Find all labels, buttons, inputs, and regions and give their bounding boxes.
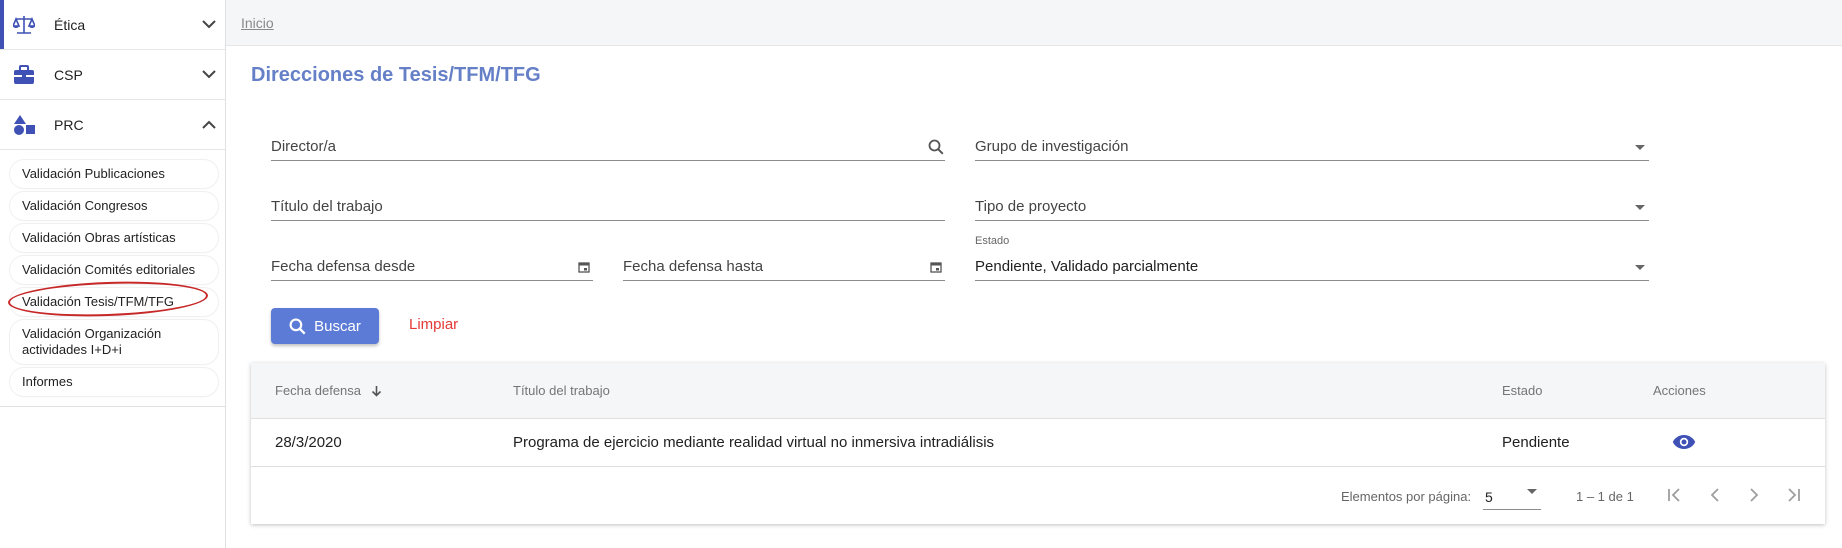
last-page-icon[interactable] [1779, 481, 1807, 509]
scale-icon [12, 13, 36, 37]
caret-down-icon [1631, 258, 1649, 276]
header-titulo: Título del trabajo [513, 383, 610, 398]
estado-select[interactable]: Estado Pendiente, Validado parcialmente [975, 235, 1649, 281]
header-acciones: Acciones [1653, 383, 1706, 398]
page-size-value: 5 [1485, 489, 1493, 505]
caret-down-icon [1631, 198, 1649, 216]
limpiar-button[interactable]: Limpiar [409, 316, 458, 333]
buscar-label: Buscar [314, 317, 361, 335]
sidebar-item-validacion-comites-editoriales[interactable]: Validación Comités editoriales [10, 256, 218, 284]
first-page-icon[interactable] [1661, 481, 1689, 509]
caret-down-icon [1527, 489, 1537, 512]
chevron-up-icon[interactable] [197, 113, 221, 137]
calendar-icon[interactable] [927, 258, 945, 276]
table-row: 28/3/2020 Programa de ejercicio mediante… [251, 419, 1825, 467]
fecha-desde-field[interactable]: Fecha defensa desde [271, 253, 593, 281]
estado-label: Estado [975, 235, 1010, 247]
sidebar-item-label: Validación Tesis/TFM/TFG [22, 294, 174, 309]
sidebar-item-validacion-tesis[interactable]: Validación Tesis/TFM/TFG [7, 278, 218, 320]
page-size-select[interactable]: 5 [1483, 482, 1541, 512]
sidebar-module-prc[interactable]: PRC [0, 100, 225, 150]
cell-estado: Pendiente [1502, 434, 1570, 451]
next-page-icon[interactable] [1740, 481, 1768, 509]
sidebar-item-validacion-obras-artisticas[interactable]: Validación Obras artísticas [10, 224, 218, 252]
chevron-down-icon[interactable] [197, 13, 221, 37]
table-header: Fecha defensa Título del trabajo Estado … [251, 363, 1825, 419]
caret-down-icon [1631, 138, 1649, 156]
grupo-investigacion-select[interactable]: Grupo de investigación [975, 133, 1649, 161]
header-label: Fecha defensa [275, 383, 362, 398]
arrow-down-icon [371, 385, 382, 400]
search-icon [289, 318, 306, 335]
director-label: Director/a [271, 138, 337, 155]
prc-submenu: Validación Publicaciones Validación Cong… [0, 150, 225, 407]
breadcrumb-inicio[interactable]: Inicio [241, 15, 274, 31]
header-estado: Estado [1502, 383, 1543, 398]
breadcrumb-bar: Inicio [226, 0, 1842, 46]
sidebar-item-validacion-publicaciones[interactable]: Validación Publicaciones [10, 160, 218, 188]
tipo-proyecto-select[interactable]: Tipo de proyecto [975, 193, 1649, 221]
sidebar: Ética CSP PRC Validación Publicaciones V… [0, 0, 226, 548]
tipo-proyecto-label: Tipo de proyecto [975, 198, 1087, 215]
director-field[interactable]: Director/a [271, 133, 945, 161]
sidebar-module-label: CSP [54, 66, 83, 83]
shapes-icon [12, 113, 36, 137]
sidebar-item-validacion-organizacion[interactable]: Validación Organización actividades I+D+… [10, 320, 218, 364]
estado-value: Pendiente, Validado parcialmente [975, 258, 1199, 275]
page-size-label: Elementos por página: [1341, 489, 1472, 504]
page-title: Direcciones de Tesis/TFM/TFG [251, 64, 541, 86]
header-fecha-defensa[interactable]: Fecha defensa [275, 383, 382, 400]
page-range: 1 – 1 de 1 [1576, 489, 1634, 504]
search-icon[interactable] [927, 138, 945, 156]
cell-fecha: 28/3/2020 [275, 434, 342, 451]
sidebar-item-informes[interactable]: Informes [10, 368, 218, 396]
eye-icon[interactable] [1672, 433, 1696, 455]
buscar-button[interactable]: Buscar [271, 308, 379, 344]
cell-titulo: Programa de ejercicio mediante realidad … [513, 434, 995, 451]
fecha-hasta-label: Fecha defensa hasta [623, 258, 764, 275]
paginator: Elementos por página: 5 1 – 1 de 1 [251, 467, 1825, 524]
fecha-desde-label: Fecha defensa desde [271, 258, 416, 275]
chevron-down-icon[interactable] [197, 63, 221, 87]
sidebar-module-label: Ética [54, 16, 86, 33]
grupo-investigacion-label: Grupo de investigación [975, 138, 1129, 155]
calendar-icon[interactable] [575, 258, 593, 276]
fecha-hasta-field[interactable]: Fecha defensa hasta [623, 253, 945, 281]
sidebar-item-validacion-congresos[interactable]: Validación Congresos [10, 192, 218, 220]
sidebar-module-etica[interactable]: Ética [0, 0, 225, 50]
titulo-trabajo-label: Título del trabajo [271, 198, 383, 215]
sidebar-module-label: PRC [54, 116, 84, 133]
sidebar-module-csp[interactable]: CSP [0, 50, 225, 100]
results-table: Fecha defensa Título del trabajo Estado … [251, 363, 1825, 524]
titulo-trabajo-field[interactable]: Título del trabajo [271, 193, 945, 221]
previous-page-icon[interactable] [1701, 481, 1729, 509]
briefcase-icon [12, 63, 36, 87]
